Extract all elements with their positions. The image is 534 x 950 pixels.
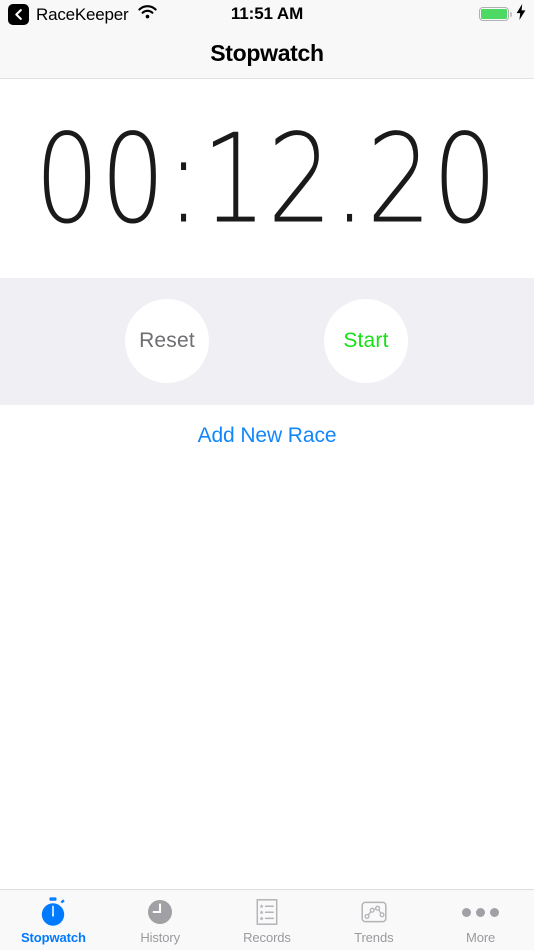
status-bar-clock: 11:51 AM [230,4,304,23]
battery-cap [509,12,512,17]
reset-button-label: Reset [139,329,195,352]
ellipsis-dot [476,907,486,917]
reset-button[interactable]: Reset [125,299,209,383]
page-title: Stopwatch [210,39,324,66]
tab-stopwatch[interactable]: Stopwatch [0,890,107,950]
status-bar: RaceKeeper 11:51 AM [0,0,534,28]
app-screen: RaceKeeper 11:51 AM Stopwatch 00:12.20 R… [0,0,534,950]
tab-bar: Stopwatch History Records Trends More [0,889,534,950]
status-bar-left: RaceKeeper [8,0,157,28]
stopwatch-controls: Reset Start [0,278,534,405]
tab-label-stopwatch: Stopwatch [20,930,86,945]
navigation-bar: Stopwatch [0,28,534,79]
tab-more[interactable]: More [427,890,534,950]
status-bar-app-name: RaceKeeper [36,4,129,24]
add-new-race-button[interactable]: Add New Race [198,424,337,448]
tab-label-trends: Trends [354,930,394,945]
tab-label-history: History [140,930,181,945]
tab-records[interactable]: Records [214,890,321,950]
ellipsis-dot [490,907,500,917]
line-chart-icon [359,896,389,928]
stopwatch-display-area: 00:12.20 [0,80,534,278]
starred-list-icon [253,896,281,928]
clock-icon [146,896,174,928]
ellipsis-dot [462,907,472,917]
start-button-label: Start [343,329,389,352]
status-bar-right [479,0,526,28]
empty-content-area [0,467,534,889]
start-button[interactable]: Start [324,299,408,383]
tab-history[interactable]: History [107,890,214,950]
tab-label-records: Records [243,930,291,945]
stopwatch-icon [39,896,67,928]
battery-full-icon [479,7,512,21]
back-chevron-icon [13,8,24,21]
stopwatch-time-display: 00:12.20 [35,107,499,251]
ellipsis-icon [462,896,500,928]
wifi-icon [137,4,157,24]
tab-trends[interactable]: Trends [320,890,427,950]
battery-level-fill [481,9,507,19]
back-to-app-button[interactable] [8,3,29,25]
lightning-bolt-icon [516,3,526,25]
tab-label-more: More [465,930,496,945]
add-new-race-row: Add New Race [0,405,534,467]
